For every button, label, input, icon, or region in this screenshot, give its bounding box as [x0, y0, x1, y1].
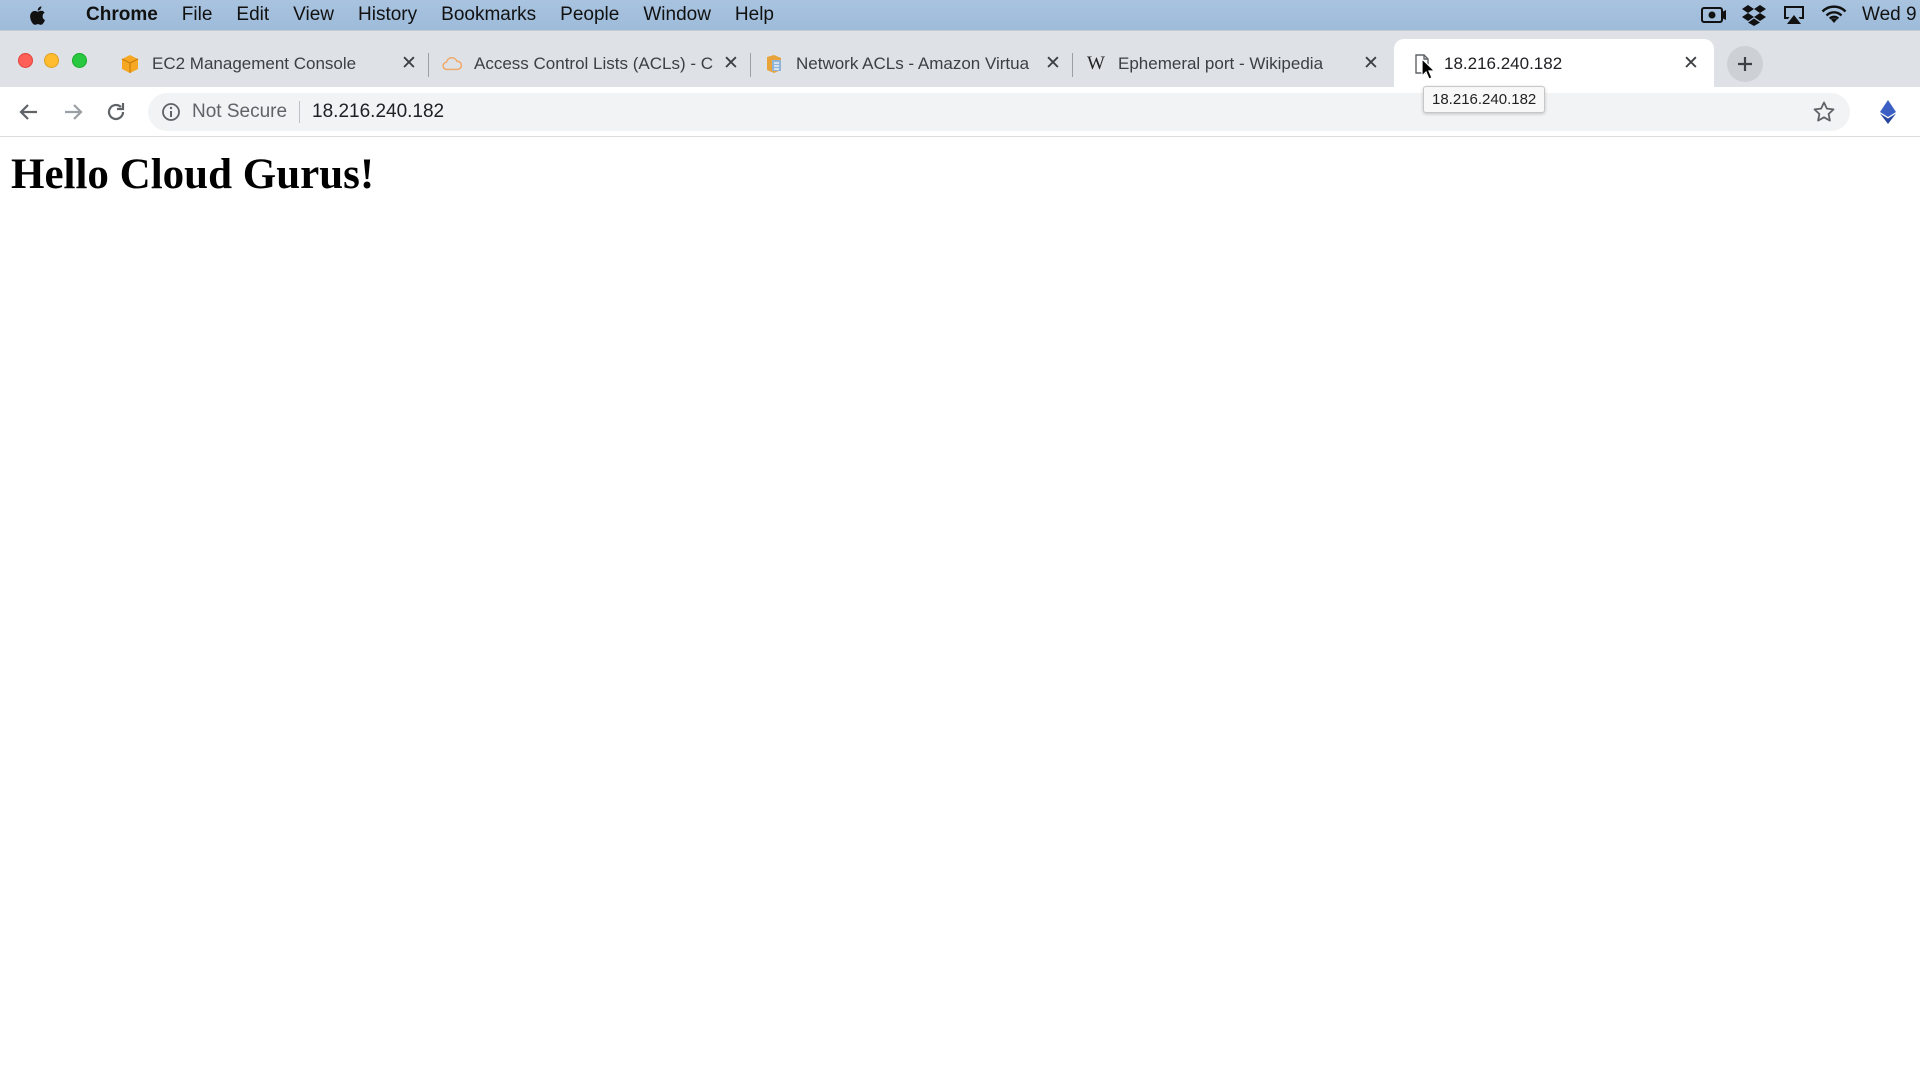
- arrow-right-icon: [65, 104, 83, 120]
- tab-close-icon[interactable]: ✕: [1680, 53, 1702, 75]
- address-bar[interactable]: Not Secure 18.216.240.182: [148, 93, 1850, 131]
- url-text[interactable]: 18.216.240.182: [312, 101, 444, 123]
- tab-ephemeral-port-wikipedia[interactable]: W Ephemeral port - Wikipedia ✕: [1086, 39, 1382, 88]
- tab-title: Access Control Lists (ACLs) - C: [474, 53, 713, 73]
- tab-tooltip: 18.216.240.182: [1423, 86, 1546, 113]
- menu-edit[interactable]: Edit: [224, 4, 281, 26]
- arrow-left-icon: [19, 104, 37, 120]
- menu-bar-tray: Wed 9: [1694, 0, 1920, 30]
- tab-title: Ephemeral port - Wikipedia: [1118, 53, 1324, 73]
- omnibox-divider: [299, 101, 301, 123]
- tab-separator: [428, 53, 429, 77]
- dropbox-icon[interactable]: [1739, 0, 1769, 30]
- apple-icon: [30, 5, 45, 25]
- reload-button[interactable]: [101, 97, 131, 127]
- aws-cube-icon: [120, 54, 140, 74]
- tab-separator: [1072, 53, 1073, 77]
- menu-bar-clock[interactable]: Wed 9: [1854, 4, 1920, 26]
- tab-title: 18.216.240.182: [1444, 53, 1563, 73]
- tab-close-icon[interactable]: ✕: [720, 53, 742, 75]
- plus-icon: [1738, 57, 1752, 71]
- mouse-cursor-icon: [1421, 58, 1435, 80]
- tab-close-icon[interactable]: ✕: [1042, 53, 1064, 75]
- wikipedia-icon: W: [1087, 52, 1105, 74]
- window-minimize-button[interactable]: [44, 53, 59, 68]
- back-button[interactable]: [14, 97, 44, 127]
- security-indicator[interactable]: Not Secure: [192, 101, 287, 123]
- tab-strip: EC2 Management Console ✕ Access Control …: [0, 30, 1920, 88]
- info-icon[interactable]: [160, 101, 182, 123]
- bookmark-star-icon[interactable]: [1812, 100, 1836, 124]
- menu-people[interactable]: People: [548, 4, 631, 26]
- tab-close-icon[interactable]: ✕: [1360, 53, 1382, 75]
- window-close-button[interactable]: [18, 53, 33, 68]
- screen-record-icon[interactable]: [1699, 0, 1729, 30]
- menu-window[interactable]: Window: [631, 4, 723, 26]
- airplay-icon[interactable]: [1779, 0, 1809, 30]
- window-zoom-button[interactable]: [72, 53, 87, 68]
- menu-history[interactable]: History: [346, 4, 429, 26]
- new-tab-button[interactable]: [1727, 46, 1763, 82]
- tab-title: Network ACLs - Amazon Virtua: [796, 53, 1030, 73]
- tab-network-acls[interactable]: Network ACLs - Amazon Virtua ✕: [764, 39, 1064, 88]
- reload-icon: [107, 103, 125, 121]
- ethereum-extension-icon[interactable]: [1876, 100, 1900, 124]
- tab-ec2-console[interactable]: EC2 Management Console ✕: [120, 39, 420, 88]
- apple-menu[interactable]: [0, 5, 74, 26]
- tab-access-control-lists[interactable]: Access Control Lists (ACLs) - C ✕: [442, 39, 742, 88]
- tab-separator: [750, 53, 751, 77]
- cloud-icon: [442, 54, 462, 74]
- aws-doc-icon: [764, 54, 784, 74]
- menu-help[interactable]: Help: [723, 4, 786, 26]
- browser-toolbar: Not Secure 18.216.240.182: [0, 87, 1920, 137]
- page-heading: Hello Cloud Gurus!: [11, 151, 375, 198]
- macos-menu-bar: Chrome File Edit View History Bookmarks …: [0, 0, 1920, 30]
- wifi-icon[interactable]: [1819, 0, 1849, 30]
- menu-file[interactable]: File: [170, 4, 225, 26]
- menu-bookmarks[interactable]: Bookmarks: [429, 4, 548, 26]
- tab-ip-address[interactable]: 18.216.240.182 ✕: [1394, 39, 1714, 88]
- forward-button[interactable]: [58, 97, 88, 127]
- menu-chrome[interactable]: Chrome: [74, 4, 170, 26]
- tab-title: EC2 Management Console: [152, 53, 357, 73]
- menu-view[interactable]: View: [281, 4, 346, 26]
- page-content: Hello Cloud Gurus!: [0, 138, 1920, 1080]
- tab-close-icon[interactable]: ✕: [398, 53, 420, 75]
